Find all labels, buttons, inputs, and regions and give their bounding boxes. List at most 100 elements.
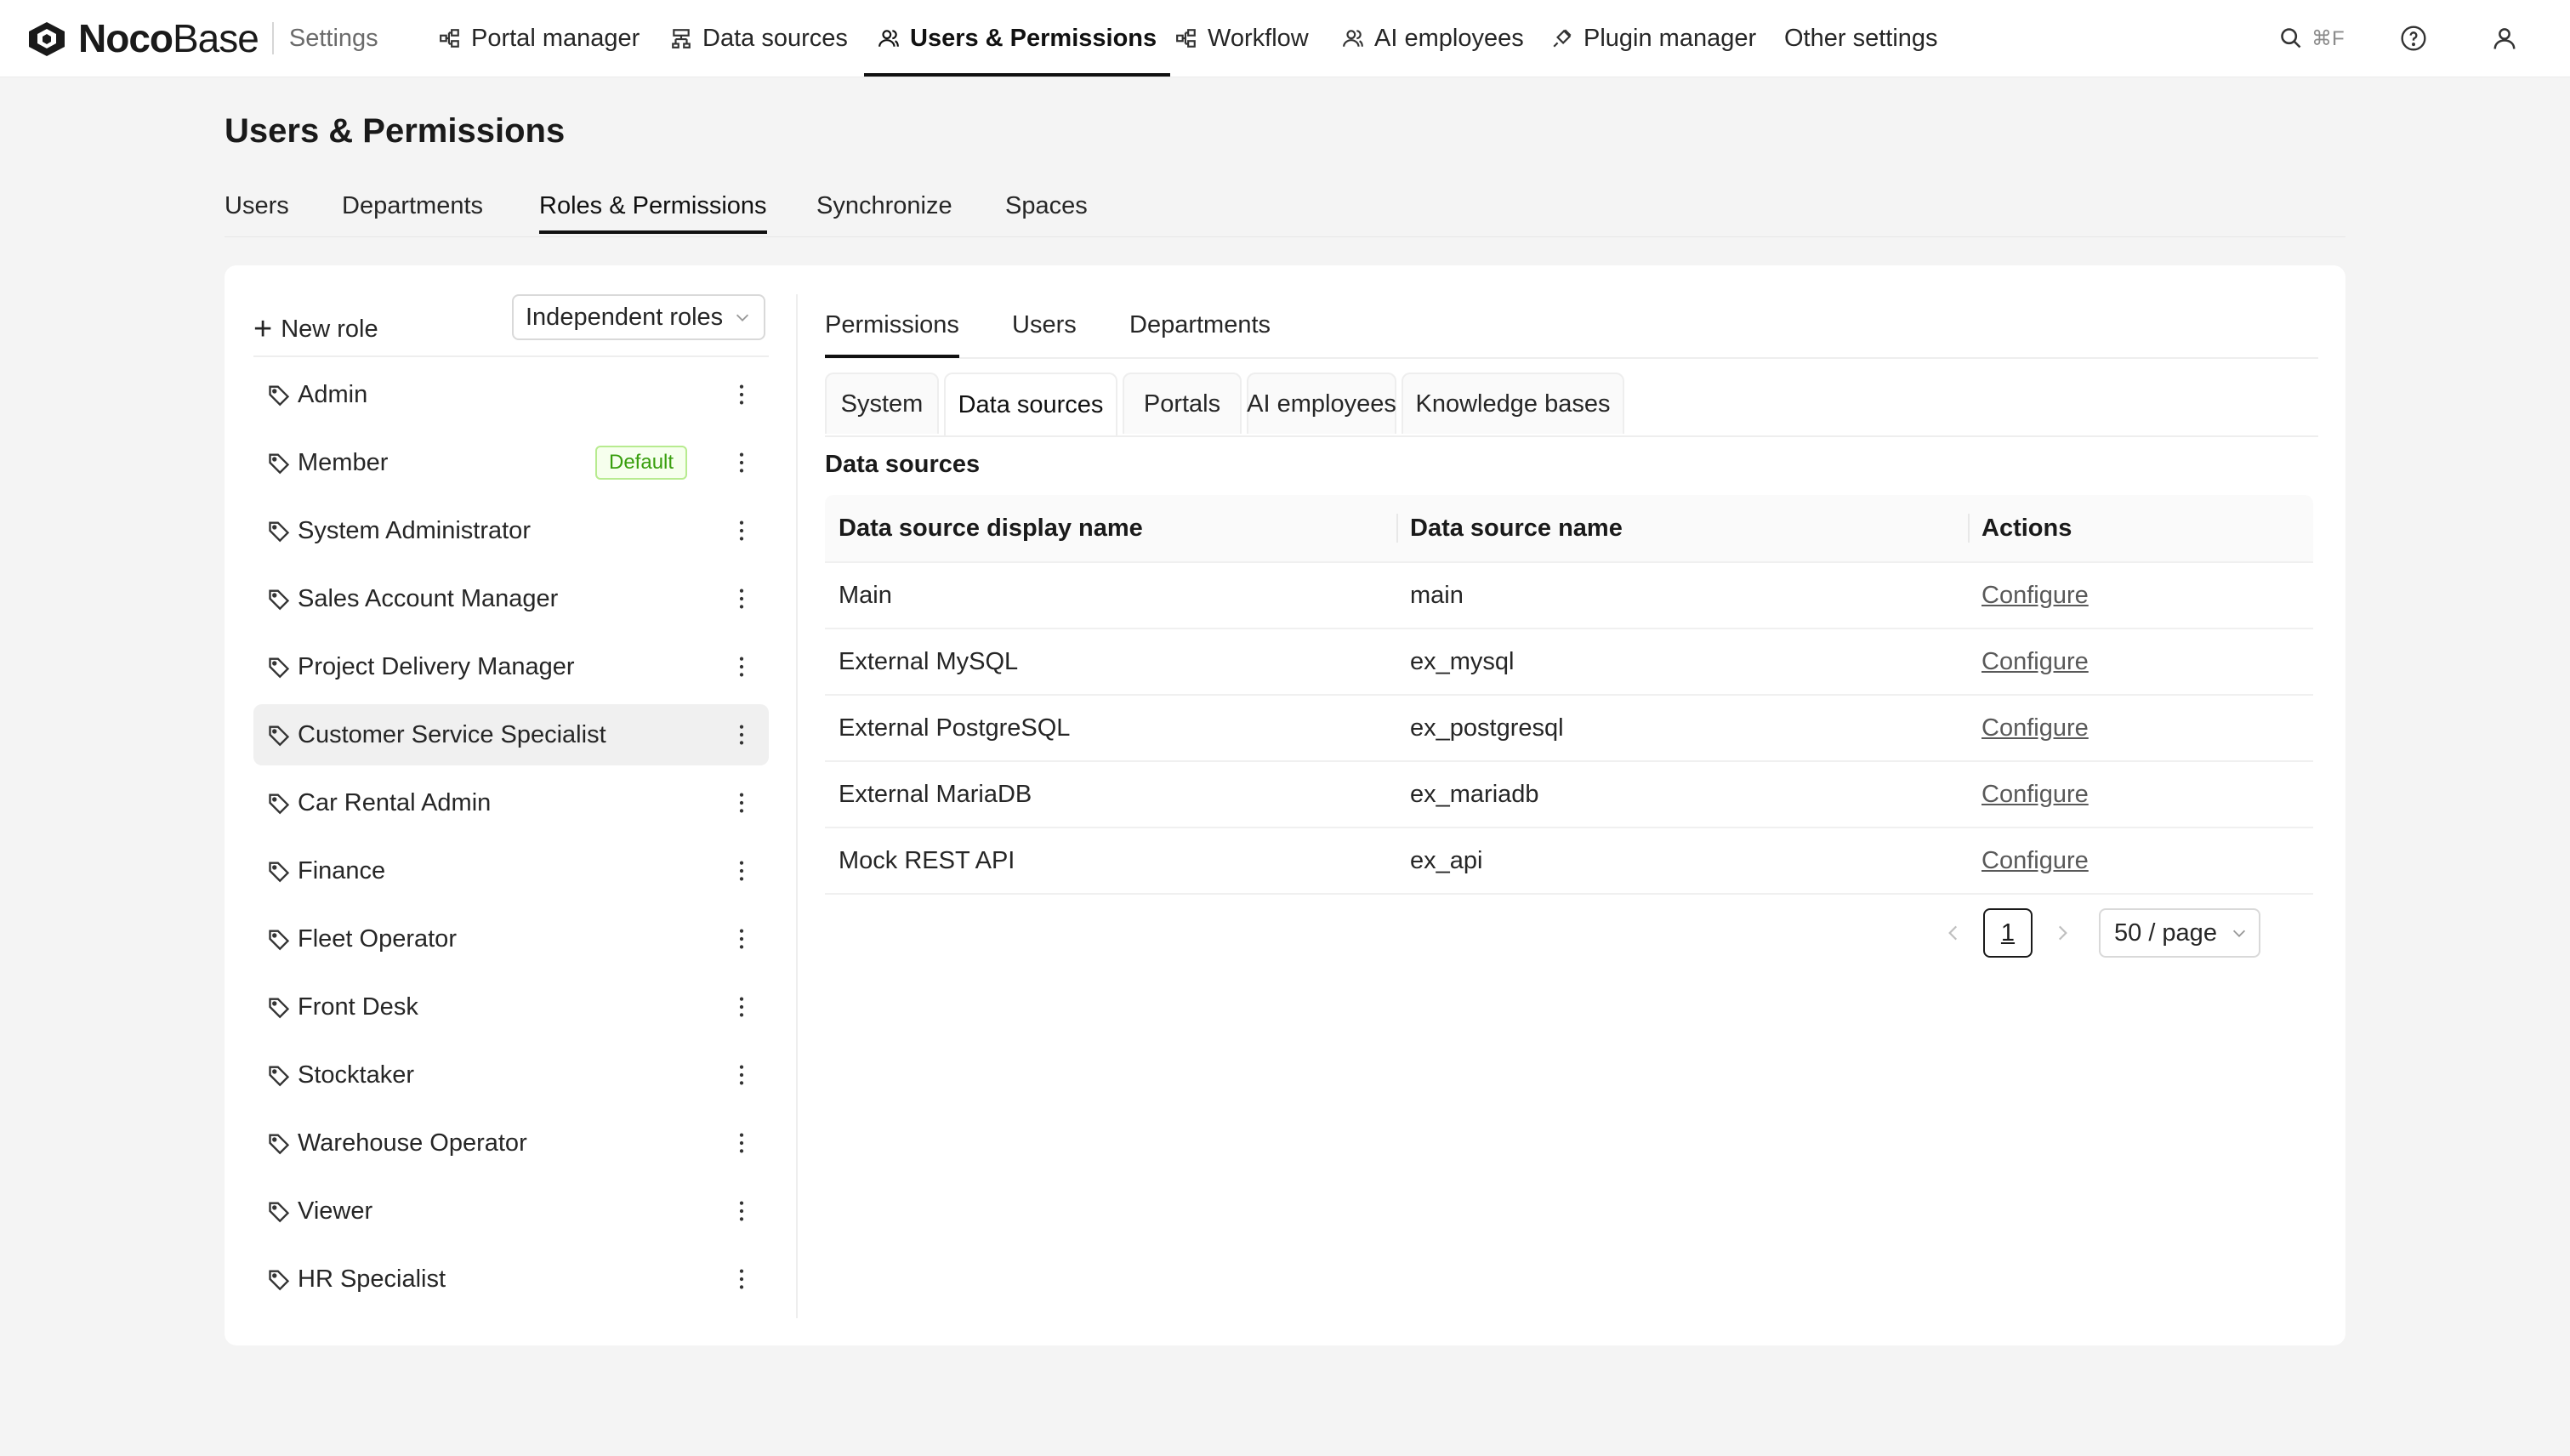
- data-source-name: ex_postgresql: [1410, 714, 1564, 742]
- section-title: Data sources: [825, 451, 981, 478]
- column-header: Data source display name: [839, 514, 1143, 542]
- role-mode-value: Independent roles: [526, 303, 724, 331]
- role-item[interactable]: Finance: [253, 840, 769, 901]
- table-row: External PostgreSQL ex_postgresql Configur…: [825, 696, 2313, 762]
- table-body: Main main Configure External MySQL ex_mysql C…: [825, 563, 2313, 895]
- role-item[interactable]: Stocktaker: [253, 1044, 769, 1106]
- nav-data-sources[interactable]: Data sources: [670, 0, 848, 77]
- pagination: 1 50 / page: [825, 908, 2313, 958]
- role-item[interactable]: System Administrator: [253, 500, 769, 561]
- role-name: Warehouse Operator: [298, 1129, 527, 1157]
- role-item[interactable]: Fleet Operator: [253, 908, 769, 970]
- help-button[interactable]: [2400, 23, 2427, 54]
- settings-label: Settings: [288, 24, 378, 52]
- table-row: External MariaDB ex_mariadb Configure: [825, 762, 2313, 828]
- configure-link[interactable]: Configure: [1982, 828, 2089, 893]
- brand-name-light: Base: [173, 16, 259, 60]
- more-actions-icon[interactable]: [728, 449, 755, 483]
- panel-divider: [796, 294, 798, 1318]
- users-icon: [878, 30, 899, 47]
- configure-link[interactable]: Configure: [1982, 563, 2089, 628]
- column-divider: [1968, 514, 1970, 543]
- role-name: Sales Account Manager: [298, 584, 559, 612]
- data-source-name: ex_api: [1410, 846, 1483, 874]
- column-header: Data source name: [1410, 514, 1623, 542]
- role-item[interactable]: HR Specialist: [253, 1248, 769, 1310]
- role-item[interactable]: Customer Service Specialist: [253, 704, 769, 765]
- role-item[interactable]: Car Rental Admin: [253, 772, 769, 833]
- new-role-button[interactable]: + New role: [253, 313, 378, 345]
- configure-link[interactable]: Configure: [1982, 696, 2089, 760]
- prev-page-icon[interactable]: [1942, 922, 1964, 944]
- tag-icon: [267, 383, 291, 413]
- tab-ai-employees[interactable]: AI employees: [1247, 373, 1396, 434]
- tag-icon: [267, 519, 291, 549]
- role-name: Project Delivery Manager: [298, 652, 575, 680]
- role-item[interactable]: Front Desk: [253, 976, 769, 1038]
- data-source-display-name: Main: [839, 581, 892, 609]
- more-actions-icon[interactable]: [728, 585, 755, 619]
- more-actions-icon[interactable]: [728, 857, 755, 891]
- tab-roles-permissions[interactable]: Roles & Permissions: [539, 192, 767, 234]
- nocobase-logo[interactable]: Noco Base Settings: [26, 15, 378, 61]
- search-icon: [2281, 28, 2301, 48]
- nav-users-permissions[interactable]: Users & Permissions: [863, 0, 1171, 77]
- search-button[interactable]: ⌘F: [2279, 23, 2345, 54]
- role-name: System Administrator: [298, 516, 531, 544]
- tag-icon: [267, 655, 291, 685]
- database-icon: [672, 29, 691, 48]
- more-actions-icon[interactable]: [728, 789, 755, 823]
- more-actions-icon[interactable]: [728, 721, 755, 755]
- page-number-button[interactable]: 1: [1983, 908, 2033, 958]
- configure-link[interactable]: Configure: [1982, 762, 2089, 827]
- tab-synchronize[interactable]: Synchronize: [816, 192, 952, 220]
- tab-data-sources[interactable]: Data sources: [944, 373, 1117, 435]
- more-actions-icon[interactable]: [728, 517, 755, 551]
- tab-departments[interactable]: Departments: [342, 192, 483, 220]
- tab-permissions[interactable]: Permissions: [825, 311, 959, 358]
- more-actions-icon[interactable]: [728, 381, 755, 415]
- more-actions-icon[interactable]: [728, 1061, 755, 1095]
- more-actions-icon[interactable]: [728, 1129, 755, 1163]
- role-mode-select[interactable]: Independent roles: [512, 294, 765, 340]
- configure-link[interactable]: Configure: [1982, 629, 2089, 694]
- nav-portal-manager[interactable]: Portal manager: [439, 0, 640, 77]
- role-detail-panel: Permissions Users Departments System Dat…: [825, 294, 2318, 1318]
- tag-icon: [267, 927, 291, 958]
- role-name: HR Specialist: [298, 1265, 446, 1293]
- role-item[interactable]: Admin: [253, 364, 769, 425]
- nav-ai-employees[interactable]: AI employees: [1342, 0, 1524, 77]
- tab-portals[interactable]: Portals: [1123, 373, 1242, 434]
- nav-workflow[interactable]: Workflow: [1175, 0, 1309, 77]
- tab-role-users[interactable]: Users: [1012, 311, 1077, 339]
- tab-knowledge-bases[interactable]: Knowledge bases: [1402, 373, 1624, 434]
- next-page-icon[interactable]: [2051, 922, 2073, 944]
- more-actions-icon[interactable]: [728, 1265, 755, 1300]
- tab-system[interactable]: System: [825, 373, 939, 434]
- more-actions-icon[interactable]: [728, 1197, 755, 1231]
- brand-divider: [271, 22, 274, 54]
- nav-other-settings[interactable]: Other settings: [1784, 0, 1938, 77]
- tab-users[interactable]: Users: [225, 192, 289, 220]
- role-item[interactable]: Sales Account Manager: [253, 568, 769, 629]
- role-item[interactable]: Warehouse Operator: [253, 1112, 769, 1174]
- role-item[interactable]: Member Default: [253, 432, 769, 493]
- chevron-down-icon: [2232, 930, 2246, 937]
- more-actions-icon[interactable]: [728, 653, 755, 687]
- data-source-display-name: Mock REST API: [839, 846, 1015, 874]
- roles-card: + New role Independent roles Admin Member…: [225, 265, 2345, 1345]
- more-actions-icon[interactable]: [728, 925, 755, 959]
- brand-name-strong: Noco: [78, 16, 173, 60]
- tab-spaces[interactable]: Spaces: [1005, 192, 1088, 220]
- page-size-select[interactable]: 50 / page: [2099, 908, 2260, 958]
- role-item[interactable]: Viewer: [253, 1180, 769, 1242]
- more-actions-icon[interactable]: [728, 993, 755, 1027]
- tab-role-departments[interactable]: Departments: [1129, 311, 1271, 339]
- nav-label: Workflow: [1208, 24, 1309, 52]
- role-item[interactable]: Project Delivery Manager: [253, 636, 769, 697]
- data-source-display-name: External MySQL: [839, 647, 1019, 675]
- data-source-name: ex_mariadb: [1410, 780, 1539, 808]
- user-menu-button[interactable]: [2492, 23, 2517, 54]
- nav-plugin-manager[interactable]: Plugin manager: [1551, 0, 1756, 77]
- role-name: Customer Service Specialist: [298, 720, 606, 748]
